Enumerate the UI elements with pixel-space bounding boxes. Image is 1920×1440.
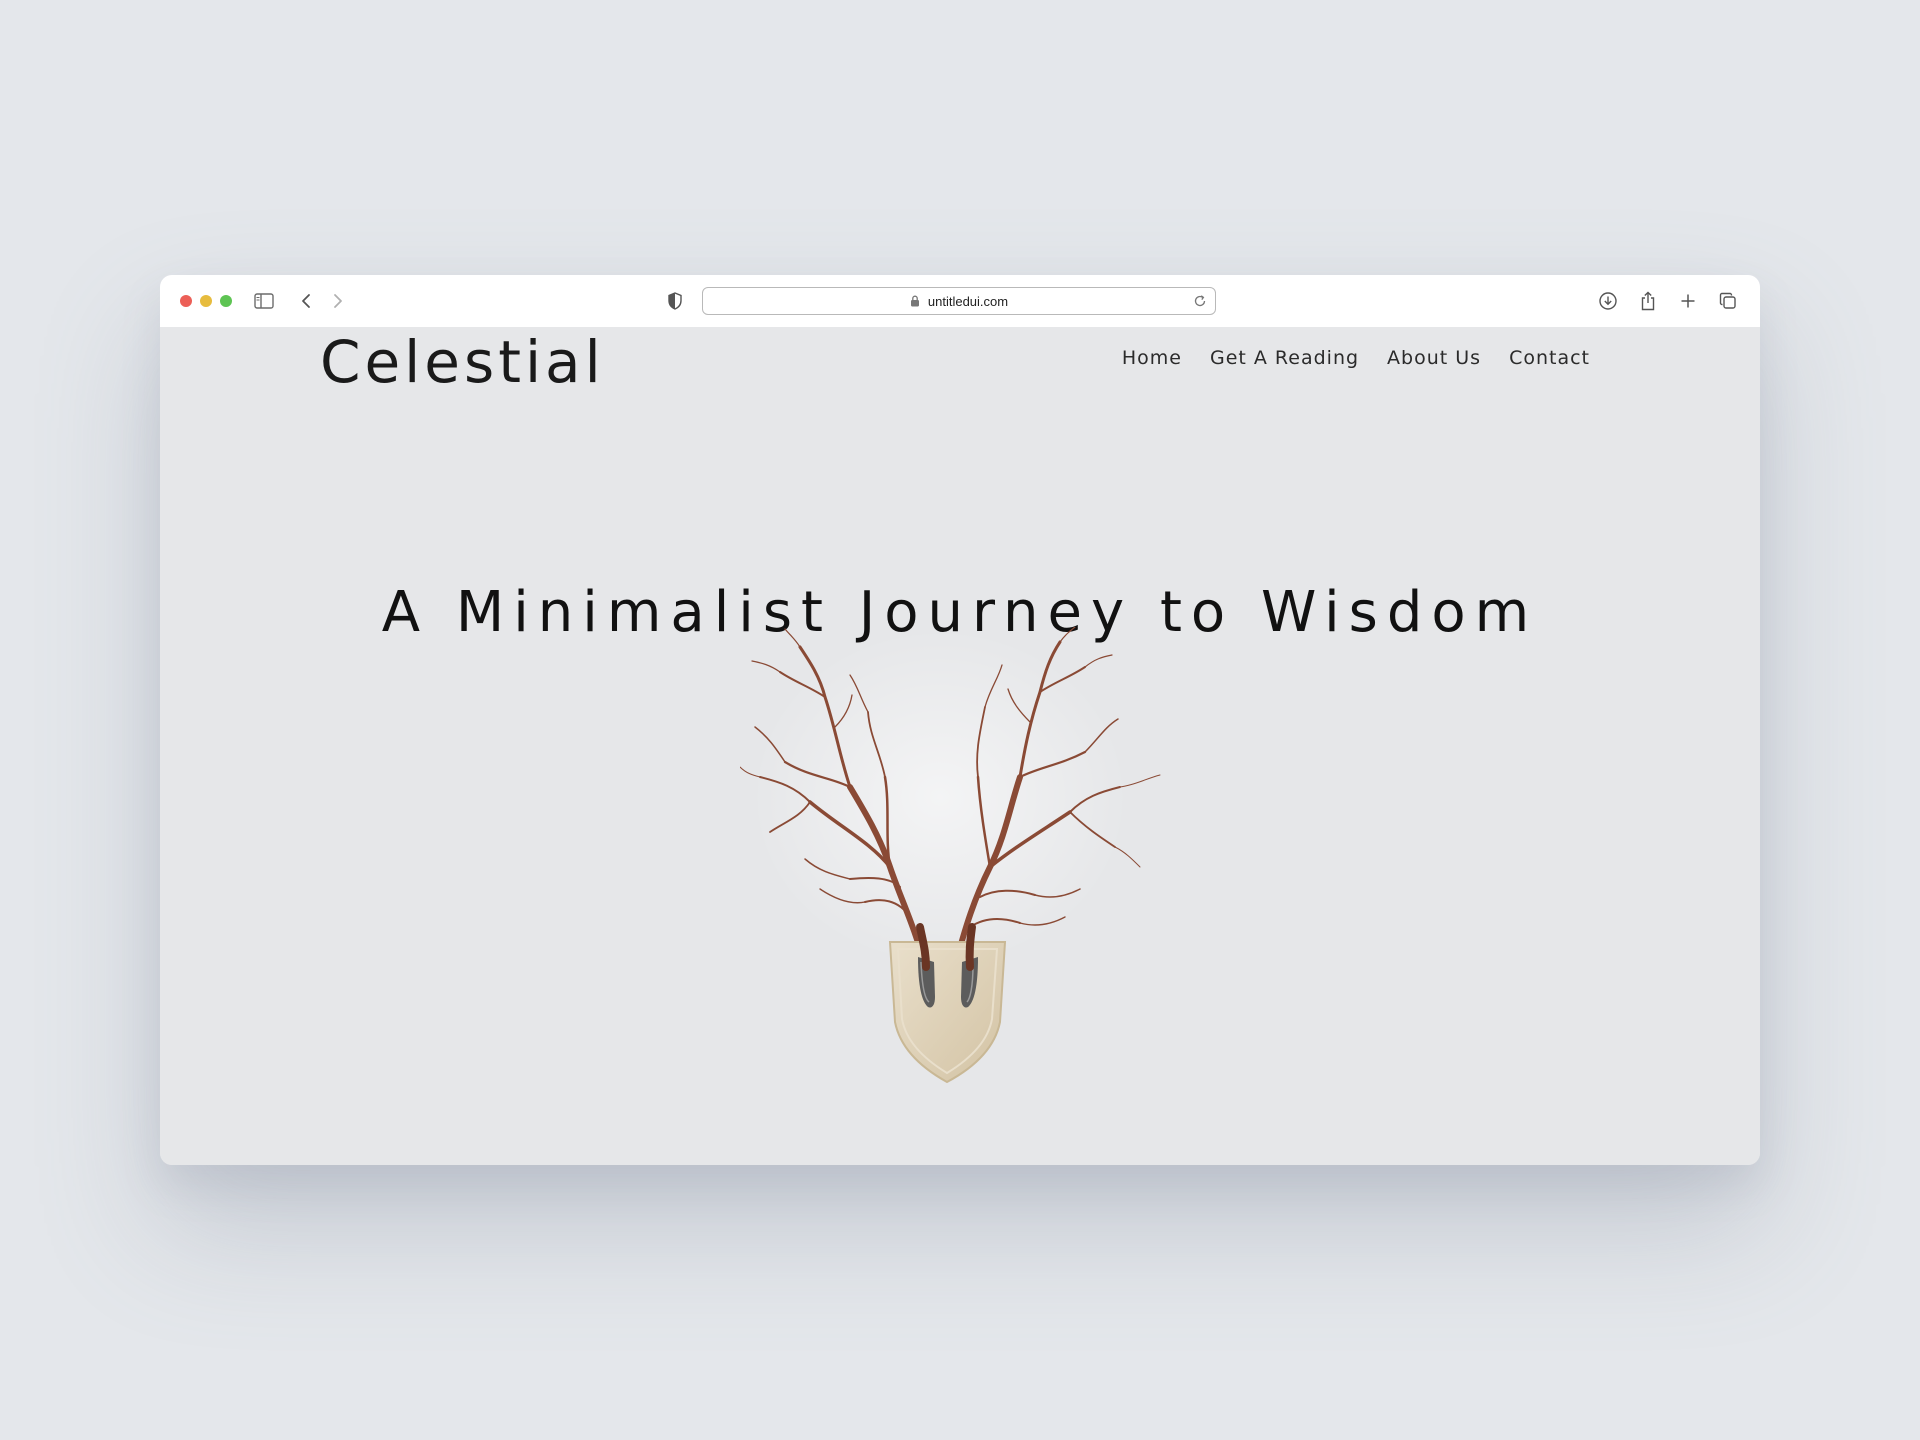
url-text: untitledui.com xyxy=(927,293,1009,309)
main-nav: Home Get A Reading About Us Contact xyxy=(1122,347,1590,369)
nav-home[interactable]: Home xyxy=(1122,347,1182,369)
tab-overview-icon[interactable] xyxy=(1716,289,1740,313)
browser-toolbar: untitledui.com xyxy=(160,275,1760,328)
nav-get-a-reading[interactable]: Get A Reading xyxy=(1210,347,1359,369)
back-icon[interactable] xyxy=(294,289,318,313)
minimize-window-button[interactable] xyxy=(200,295,212,307)
reload-icon[interactable] xyxy=(1193,294,1207,308)
downloads-icon[interactable] xyxy=(1596,289,1620,313)
maximize-window-button[interactable] xyxy=(220,295,232,307)
hero-image xyxy=(739,626,1180,1087)
browser-window: untitledui.com Celestial Home Get A Read… xyxy=(160,275,1760,1165)
share-icon[interactable] xyxy=(1636,289,1660,313)
site-logo[interactable]: Celestial xyxy=(320,327,605,397)
new-tab-icon[interactable] xyxy=(1676,289,1700,313)
close-window-button[interactable] xyxy=(180,295,192,307)
web-page: Celestial Home Get A Reading About Us Co… xyxy=(160,327,1760,1165)
privacy-shield-icon[interactable] xyxy=(663,289,687,313)
forward-icon[interactable] xyxy=(326,289,350,313)
nav-about-us[interactable]: About Us xyxy=(1387,347,1481,369)
lock-icon xyxy=(910,295,922,307)
nav-contact[interactable]: Contact xyxy=(1509,347,1590,369)
sidebar-toggle-icon[interactable] xyxy=(252,289,276,313)
address-bar[interactable]: untitledui.com xyxy=(702,287,1216,315)
